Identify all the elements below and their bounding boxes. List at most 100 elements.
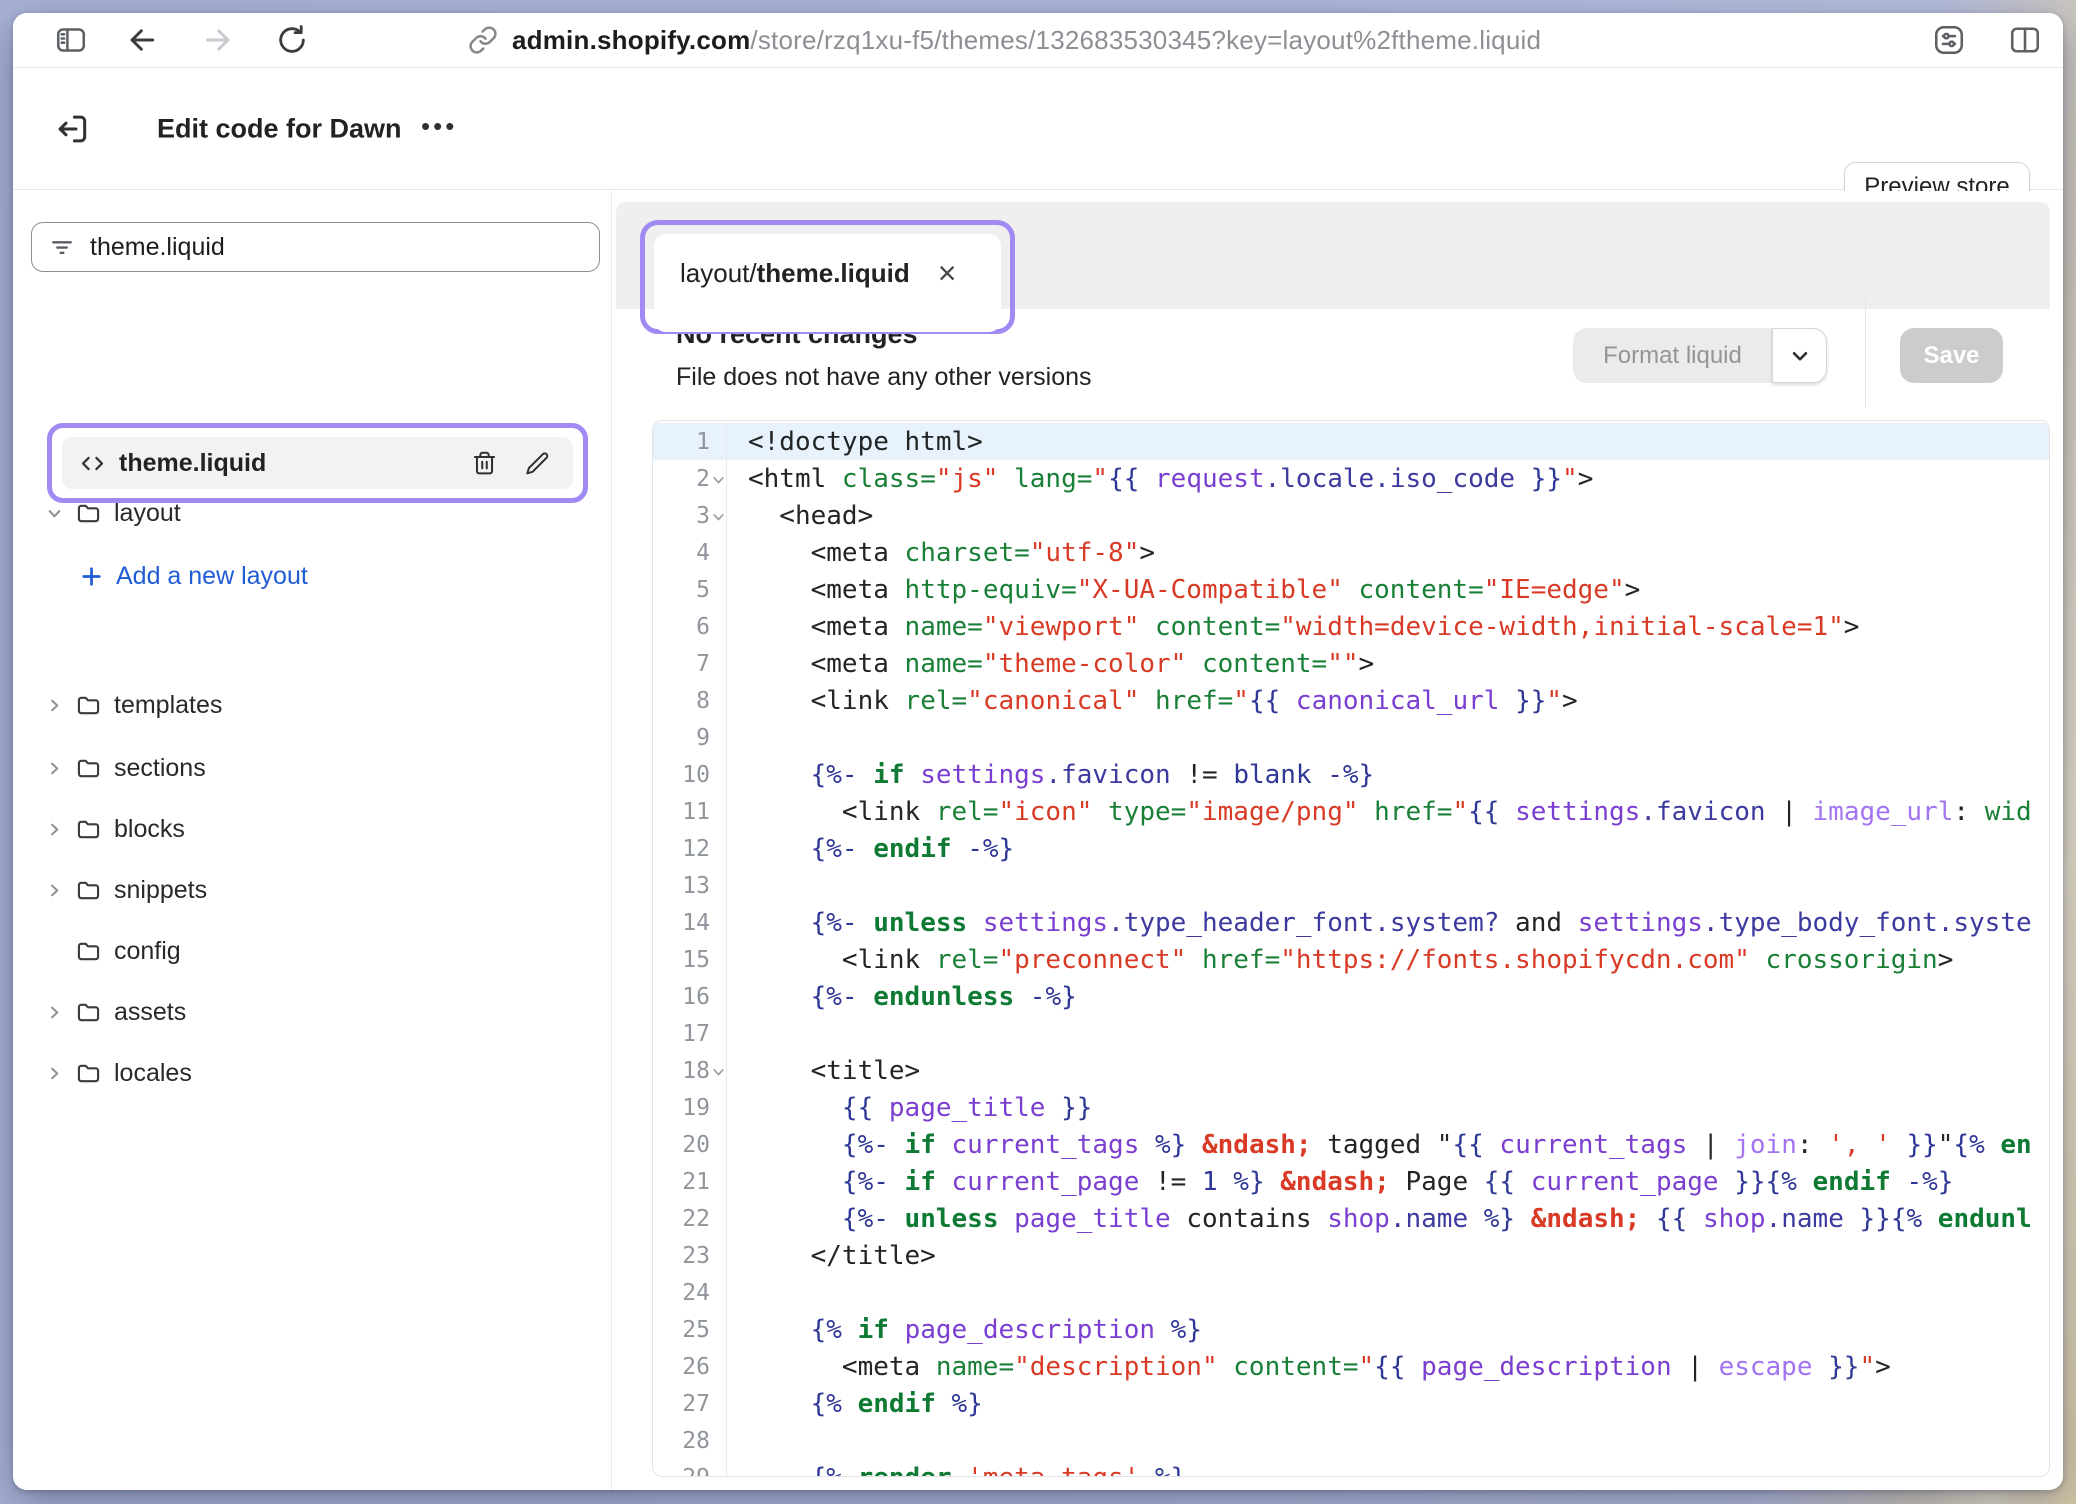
code-line[interactable]: 20 {%- if current_tags %} &ndash; tagged… <box>653 1126 2049 1163</box>
forward-icon[interactable] <box>201 23 235 57</box>
tab-close-icon[interactable]: × <box>938 257 957 289</box>
line-number: 14 <box>653 904 727 941</box>
code-line[interactable]: 8 <link rel="canonical" href="{{ canonic… <box>653 682 2049 719</box>
back-icon[interactable] <box>125 23 159 57</box>
code-line[interactable]: 13 <box>653 867 2049 904</box>
sidebar-item-locales[interactable]: locales <box>13 1049 599 1097</box>
line-number: 11 <box>653 793 727 830</box>
code-line[interactable]: 19 {{ page_title }} <box>653 1089 2049 1126</box>
fold-chevron-icon[interactable] <box>710 471 727 488</box>
sidebar-item-config[interactable]: config <box>13 927 599 975</box>
code-line[interactable]: 24 <box>653 1274 2049 1311</box>
split-view-icon[interactable] <box>2007 22 2043 58</box>
more-menu-icon[interactable]: ••• <box>421 111 457 142</box>
format-liquid-dropdown[interactable] <box>1772 328 1827 383</box>
code-line[interactable]: 1<!doctype html> <box>653 423 2049 460</box>
save-button[interactable]: Save <box>1900 328 2003 383</box>
code-text: {% render 'meta-tags' %} <box>727 1459 2049 1477</box>
address-bar[interactable]: admin.shopify.com/store/rzq1xu-f5/themes… <box>468 13 1541 67</box>
sidebar-toggle-icon[interactable] <box>53 22 89 58</box>
code-line[interactable]: 14 {%- unless settings.type_header_font.… <box>653 904 2049 941</box>
code-text: {%- endif -%} <box>727 830 2049 867</box>
code-line[interactable]: 17 <box>653 1015 2049 1052</box>
line-number: 4 <box>653 534 727 571</box>
chevron-right-icon[interactable] <box>43 1064 65 1083</box>
code-line[interactable]: 29 {% render 'meta-tags' %} <box>653 1459 2049 1477</box>
page-settings-icon[interactable] <box>1931 22 1967 58</box>
code-line[interactable]: 22 {%- unless page_title contains shop.n… <box>653 1200 2049 1237</box>
code-text <box>727 1015 2049 1052</box>
format-liquid-button[interactable]: Format liquid <box>1573 328 1827 383</box>
code-line[interactable]: 6 <meta name="viewport" content="width=d… <box>653 608 2049 645</box>
chevron-right-icon[interactable] <box>43 1003 65 1022</box>
code-line[interactable]: 3 <head> <box>653 497 2049 534</box>
format-liquid-label[interactable]: Format liquid <box>1573 328 1772 383</box>
code-line[interactable]: 16 {%- endunless -%} <box>653 978 2049 1015</box>
tree-item-label: blocks <box>114 815 185 844</box>
file-search-input[interactable]: theme.liquid <box>31 222 600 272</box>
code-line[interactable]: 26 <meta name="description" content="{{ … <box>653 1348 2049 1385</box>
sidebar-item-theme-liquid[interactable]: theme.liquid <box>62 437 573 489</box>
code-line[interactable]: 25 {% if page_description %} <box>653 1311 2049 1348</box>
tree-item-label: snippets <box>114 876 207 905</box>
chevron-down-icon <box>1787 343 1813 369</box>
code-line[interactable]: 21 {%- if current_page != 1 %} &ndash; P… <box>653 1163 2049 1200</box>
folder-icon <box>75 877 102 904</box>
line-number: 26 <box>653 1348 727 1385</box>
chevron-right-icon[interactable] <box>43 696 65 715</box>
chevron-down-icon[interactable] <box>43 504 65 523</box>
line-number: 24 <box>653 1274 727 1311</box>
chevron-right-icon[interactable] <box>43 881 65 900</box>
sidebar-item-sections[interactable]: sections <box>13 744 599 792</box>
folder-icon <box>75 755 102 782</box>
sidebar-item-templates[interactable]: templates <box>13 681 599 729</box>
tree-item-label: locales <box>114 1059 192 1088</box>
code-text: {%- if current_page != 1 %} &ndash; Page… <box>727 1163 2049 1200</box>
code-text: <html class="js" lang="{{ request.locale… <box>727 460 2049 497</box>
code-line[interactable]: 4 <meta charset="utf-8"> <box>653 534 2049 571</box>
code-text: {% if page_description %} <box>727 1311 2049 1348</box>
sidebar-item-assets[interactable]: assets <box>13 988 599 1036</box>
line-number: 7 <box>653 645 727 682</box>
line-number: 23 <box>653 1237 727 1274</box>
chevron-right-icon[interactable] <box>43 820 65 839</box>
code-line[interactable]: 5 <meta http-equiv="X-UA-Compatible" con… <box>653 571 2049 608</box>
code-text <box>727 1274 2049 1311</box>
pencil-icon[interactable] <box>524 450 551 477</box>
exit-icon[interactable] <box>53 110 91 148</box>
line-number: 20 <box>653 1126 727 1163</box>
chevron-right-icon[interactable] <box>43 759 65 778</box>
code-text: <!doctype html> <box>727 423 2049 460</box>
line-number: 13 <box>653 867 727 904</box>
fold-chevron-icon[interactable] <box>710 1063 727 1080</box>
add-new-layout-link[interactable]: Add a new layout <box>13 552 599 600</box>
code-editor[interactable]: 1<!doctype html>2<html class="js" lang="… <box>652 420 2050 1477</box>
tree-item-label: sections <box>114 754 206 783</box>
sidebar-item-snippets[interactable]: snippets <box>13 866 599 914</box>
folder-icon <box>75 938 102 965</box>
code-line[interactable]: 23 </title> <box>653 1237 2049 1274</box>
app-header: Edit code for Dawn ••• Preview store <box>13 69 2063 190</box>
tab-theme-liquid[interactable]: layout/theme.liquid × <box>654 234 1001 332</box>
reload-icon[interactable] <box>275 23 309 57</box>
code-line[interactable]: 18 <title> <box>653 1052 2049 1089</box>
line-number: 19 <box>653 1089 727 1126</box>
code-line[interactable]: 9 <box>653 719 2049 756</box>
code-line[interactable]: 10 {%- if settings.favicon != blank -%} <box>653 756 2049 793</box>
file-label: theme.liquid <box>119 449 266 478</box>
code-line[interactable]: 2<html class="js" lang="{{ request.local… <box>653 460 2049 497</box>
code-line[interactable]: 28 <box>653 1422 2049 1459</box>
code-text: {%- unless settings.type_header_font.sys… <box>727 904 2049 941</box>
code-file-icon <box>78 450 107 477</box>
trash-icon[interactable] <box>471 450 498 477</box>
code-line[interactable]: 15 <link rel="preconnect" href="https://… <box>653 941 2049 978</box>
code-line[interactable]: 7 <meta name="theme-color" content=""> <box>653 645 2049 682</box>
browser-window: admin.shopify.com/store/rzq1xu-f5/themes… <box>13 13 2063 1490</box>
code-line[interactable]: 27 {% endif %} <box>653 1385 2049 1422</box>
sidebar-item-blocks[interactable]: blocks <box>13 805 599 853</box>
code-line[interactable]: 12 {%- endif -%} <box>653 830 2049 867</box>
line-number: 3 <box>653 497 727 534</box>
fold-chevron-icon[interactable] <box>710 508 727 525</box>
folder-icon <box>75 816 102 843</box>
code-line[interactable]: 11 <link rel="icon" type="image/png" hre… <box>653 793 2049 830</box>
